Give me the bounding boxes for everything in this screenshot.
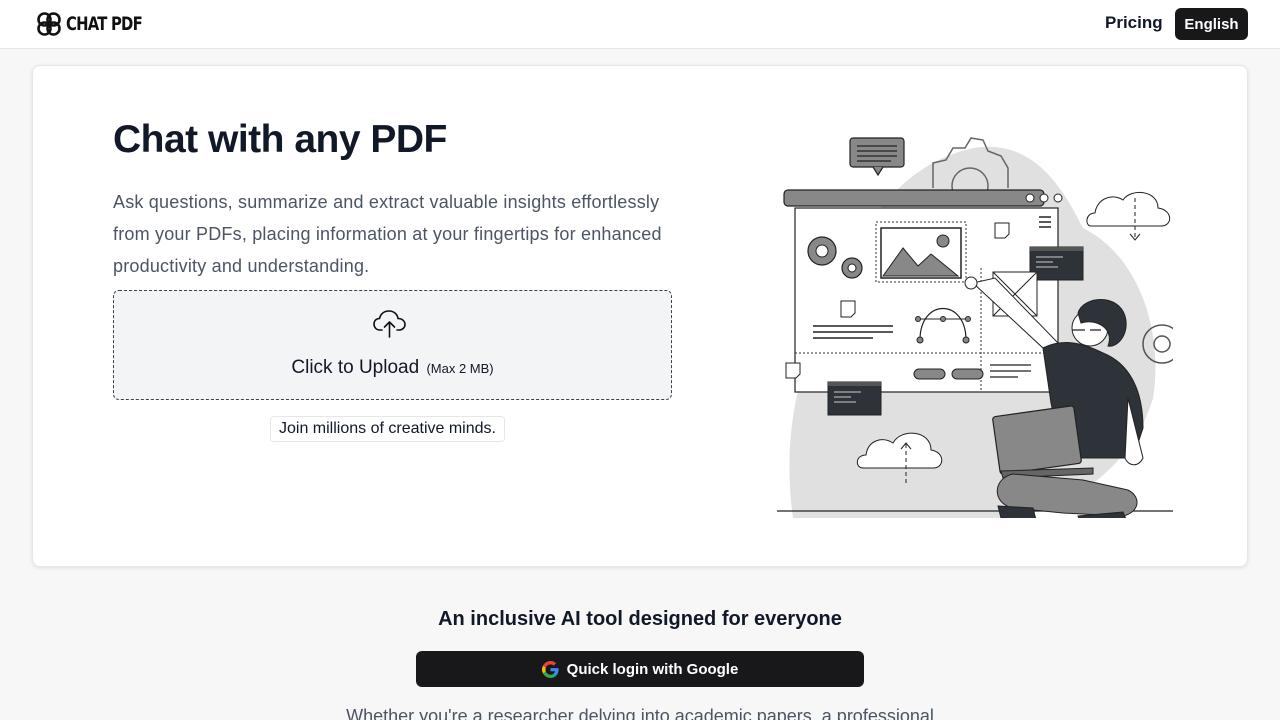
google-login-button[interactable]: Quick login with Google — [416, 651, 864, 687]
logo-link[interactable]: CHAT PDF — [36, 11, 163, 37]
upload-label: Click to Upload — [291, 357, 420, 378]
hero-title: Chat with any PDF — [113, 118, 447, 161]
logo-icon — [37, 12, 61, 36]
social-proof-badge: Join millions of creative minds. — [270, 416, 505, 442]
upload-max-size: (Max 2 MB) — [426, 361, 494, 376]
nav-pricing-link[interactable]: Pricing — [1105, 13, 1163, 33]
top-navbar: CHAT PDF Pricing English — [0, 0, 1280, 49]
logo-text: CHAT PDF — [66, 13, 143, 35]
google-icon — [541, 660, 559, 678]
person-with-laptop-illustration — [777, 137, 1173, 518]
cloud-upload-icon — [373, 310, 406, 338]
section-tagline: An inclusive AI tool designed for everyo… — [438, 608, 842, 630]
hero-description: Ask questions, summarize and extract val… — [113, 192, 662, 276]
google-login-label: Quick login with Google — [566, 660, 739, 678]
upload-dropzone[interactable]: Click to Upload (Max 2 MB) — [113, 290, 672, 400]
hero-card: Chat with any PDF Ask questions, summari… — [32, 65, 1248, 567]
language-button[interactable]: English — [1175, 8, 1248, 40]
upload-label-row: Click to Upload (Max 2 MB) — [114, 357, 671, 379]
section-body-text: Whether you're a researcher delving into… — [346, 706, 934, 720]
